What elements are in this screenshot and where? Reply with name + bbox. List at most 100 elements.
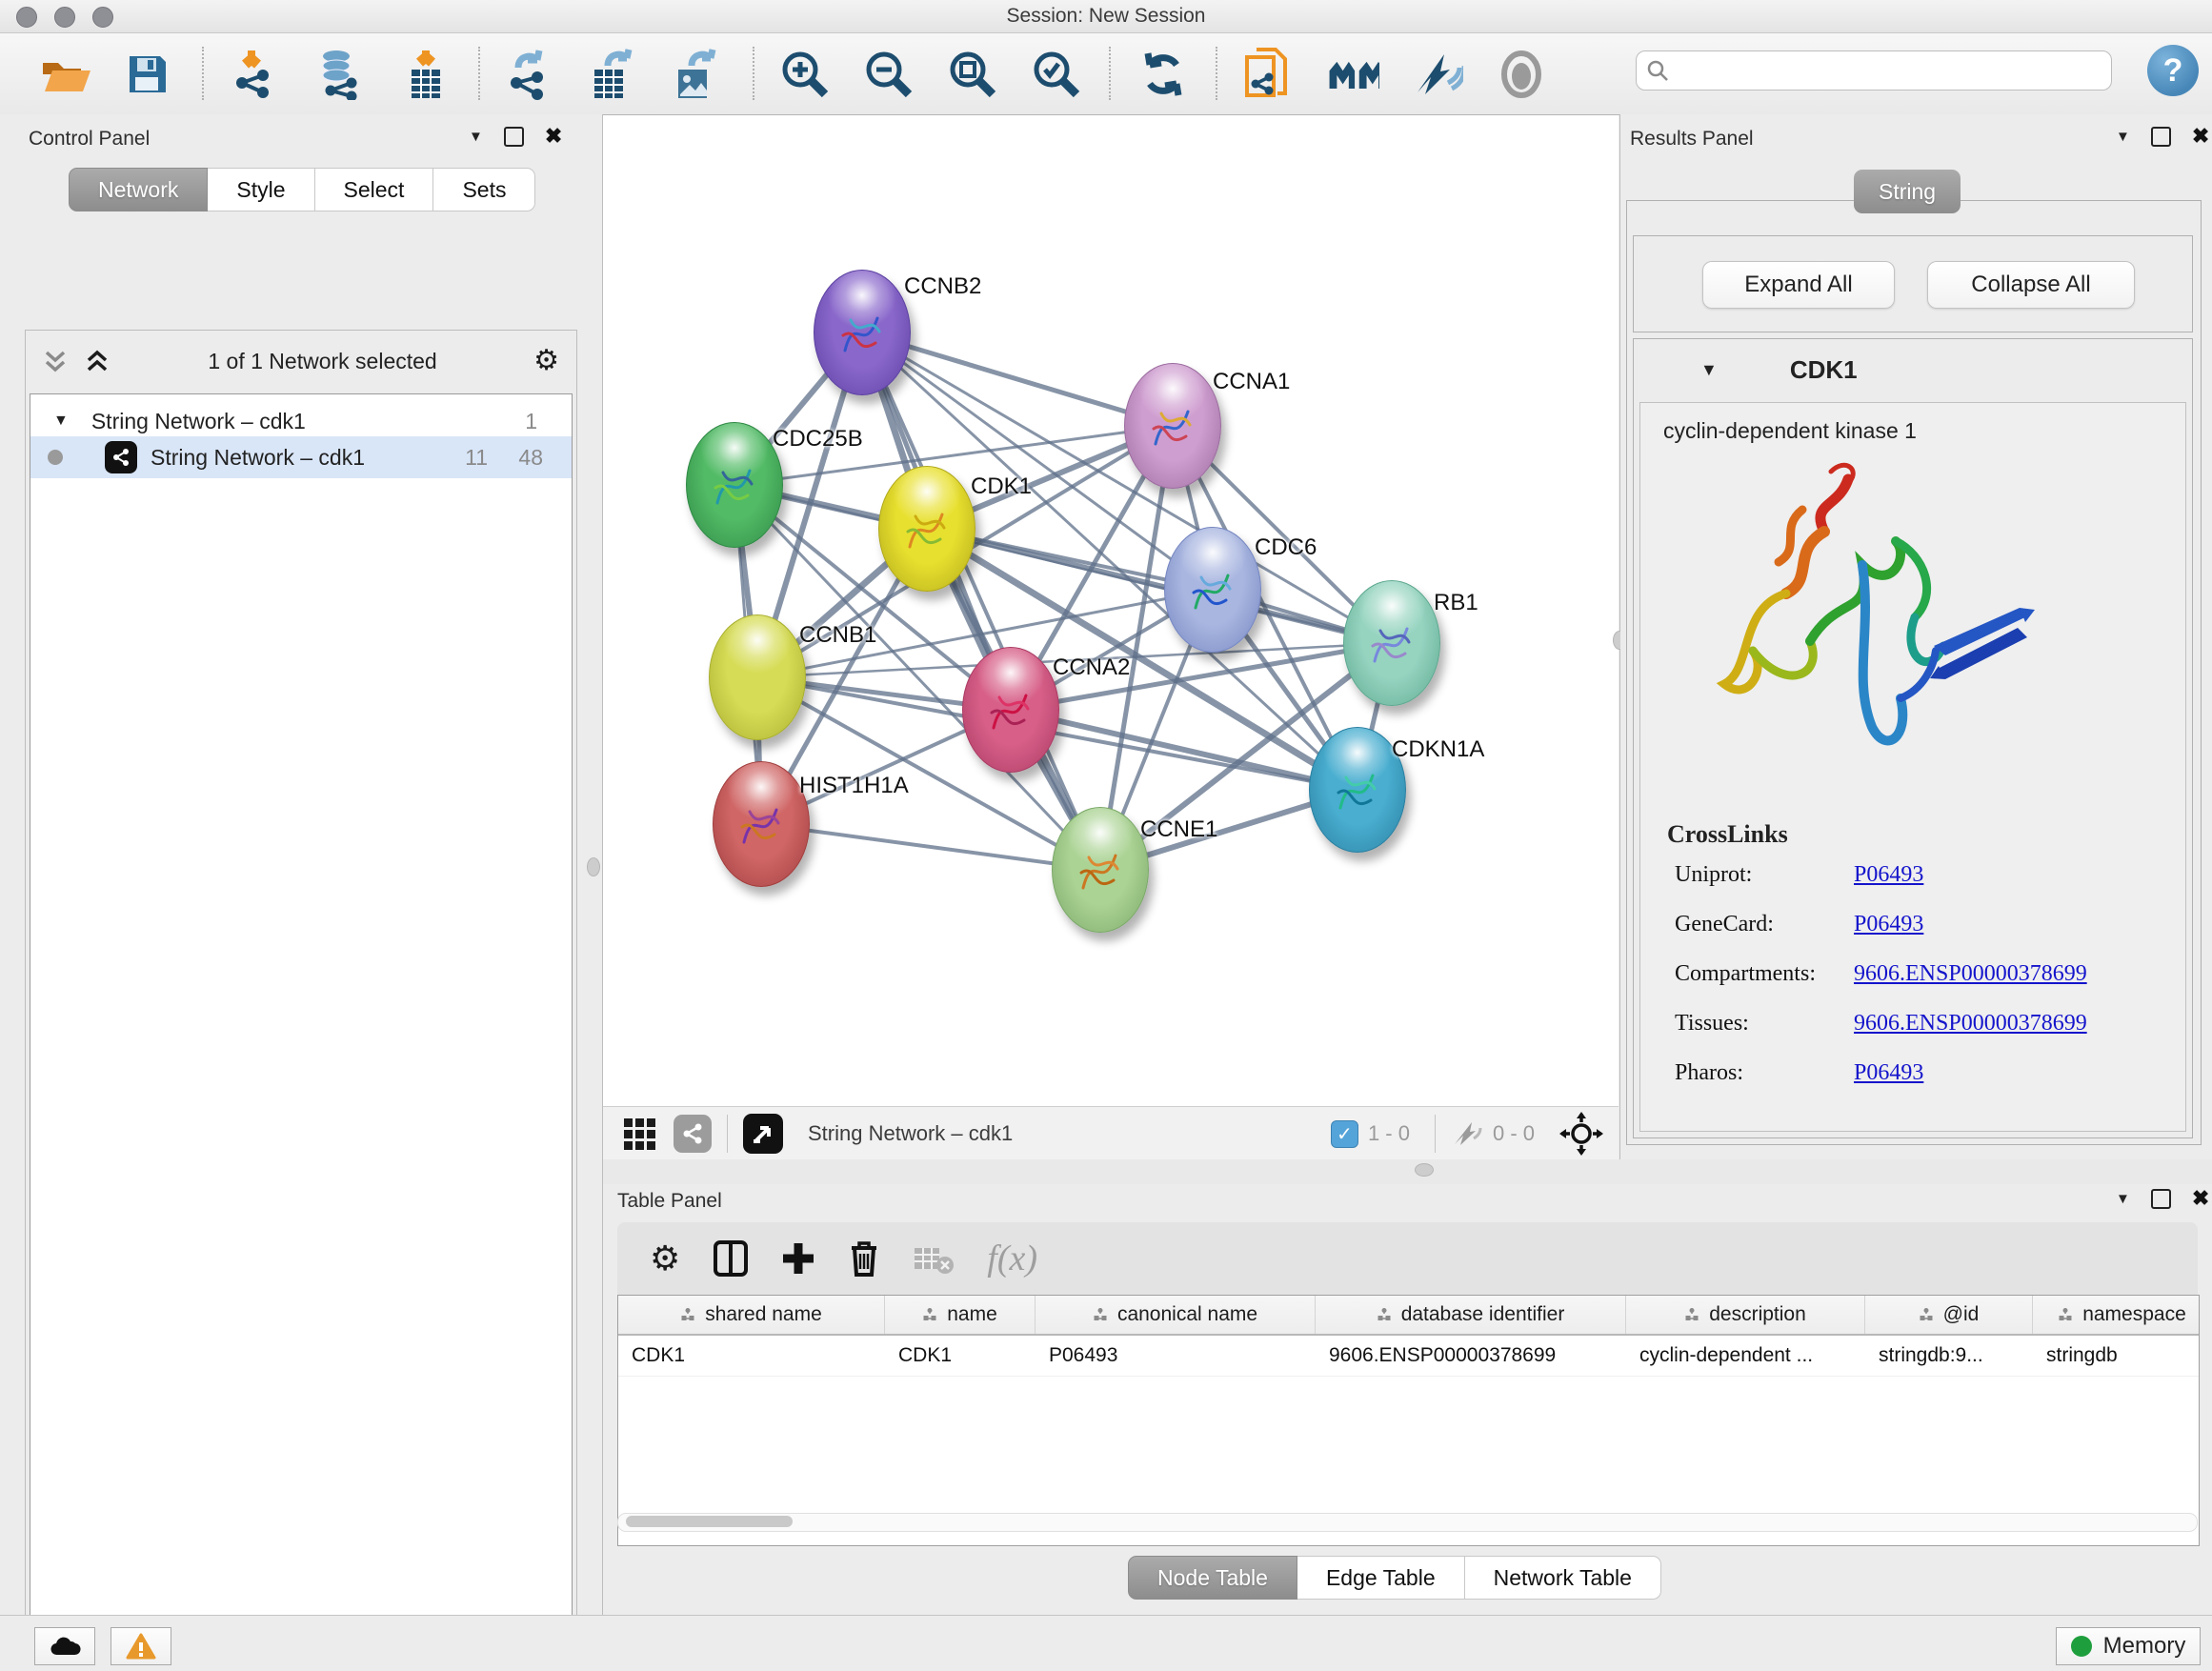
column-header-description[interactable]: description: [1626, 1296, 1865, 1334]
node-CCNA1[interactable]: [1124, 363, 1221, 489]
delete-column-icon[interactable]: [848, 1238, 880, 1278]
export-table-icon[interactable]: [587, 49, 638, 100]
table-cell[interactable]: CDK1: [618, 1336, 885, 1376]
hide-selected-icon[interactable]: [1412, 49, 1463, 100]
column-header-@id[interactable]: @id: [1865, 1296, 2033, 1334]
node-RB1[interactable]: [1343, 580, 1440, 706]
new-network-from-selection-icon[interactable]: [1242, 49, 1294, 100]
node-CDK1[interactable]: [878, 466, 975, 592]
column-header-namespace[interactable]: namespace: [2033, 1296, 2200, 1334]
warnings-button[interactable]: [111, 1627, 171, 1665]
zoom-in-icon[interactable]: [779, 49, 831, 100]
table-cell[interactable]: 9606.ENSP00000378699: [1316, 1336, 1626, 1376]
toolbar-search[interactable]: [1636, 50, 2112, 91]
tab-network-table[interactable]: Network Table: [1465, 1556, 1661, 1600]
splitter-handle[interactable]: [587, 857, 600, 876]
crosslink-label: GeneCard:: [1675, 912, 1774, 937]
crosslink-link[interactable]: P06493: [1854, 1060, 1923, 1085]
splitter-handle[interactable]: [1415, 1163, 1434, 1177]
column-header-database-identifier[interactable]: database identifier: [1316, 1296, 1626, 1334]
column-type-icon: [1919, 1307, 1934, 1322]
node-CDC6[interactable]: [1164, 527, 1261, 653]
tab-select[interactable]: Select: [315, 168, 434, 211]
crosslink-link[interactable]: 9606.ENSP00000378699: [1854, 961, 2087, 986]
table-panel-float-icon[interactable]: [2151, 1189, 2171, 1209]
table-panel-menu-icon[interactable]: ▼: [2116, 1191, 2130, 1207]
memory-button[interactable]: Memory: [2056, 1627, 2201, 1665]
export-image-icon[interactable]: [671, 49, 722, 100]
delete-table-icon: [913, 1242, 955, 1275]
zoom-out-icon[interactable]: [863, 49, 915, 100]
network-options-gear-icon[interactable]: ⚙: [533, 347, 559, 375]
column-header-canonical-name[interactable]: canonical name: [1036, 1296, 1316, 1334]
pan-crosshair-icon[interactable]: [1559, 1112, 1603, 1156]
network-row-selected[interactable]: String Network – cdk1 11 48: [30, 436, 572, 478]
table-row[interactable]: CDK1CDK1P064939606.ENSP00000378699cyclin…: [618, 1336, 2199, 1377]
tab-node-table[interactable]: Node Table: [1128, 1556, 1297, 1600]
tab-sets[interactable]: Sets: [433, 168, 535, 211]
results-panel-float-icon[interactable]: [2151, 127, 2171, 147]
crosslink-link[interactable]: P06493: [1854, 862, 1923, 887]
control-panel-float-icon[interactable]: [504, 127, 524, 147]
help-button[interactable]: ?: [2147, 45, 2199, 96]
birdseye-view-icon[interactable]: [743, 1114, 783, 1154]
tab-network[interactable]: Network: [69, 168, 208, 211]
refresh-layout-icon[interactable]: [1137, 49, 1189, 100]
table-cell[interactable]: stringdb: [2033, 1336, 2200, 1376]
tab-string[interactable]: String: [1854, 170, 1961, 213]
node-table[interactable]: shared namenamecanonical namedatabase id…: [617, 1295, 2200, 1546]
scrollbar-thumb[interactable]: [626, 1516, 793, 1527]
node-CCNB2[interactable]: [814, 270, 911, 395]
import-table-icon[interactable]: [400, 49, 452, 100]
results-panel-close-icon[interactable]: ✖: [2192, 126, 2209, 147]
zoom-selected-icon[interactable]: [1031, 49, 1082, 100]
edge-CDK1-RB1[interactable]: [927, 529, 1392, 643]
table-horizontal-scrollbar[interactable]: [617, 1513, 2198, 1532]
network-view-share-icon[interactable]: [674, 1115, 712, 1153]
edge-HIST1H1A-CCNE1[interactable]: [761, 824, 1100, 870]
export-network-icon[interactable]: [503, 49, 554, 100]
zoom-fit-icon[interactable]: [947, 49, 998, 100]
column-header-name[interactable]: name: [885, 1296, 1036, 1334]
section-expander-icon[interactable]: ▼: [1700, 360, 1718, 380]
node-CDC25B[interactable]: [686, 422, 783, 548]
node-HIST1H1A[interactable]: [713, 761, 810, 887]
open-folder-icon[interactable]: [40, 49, 91, 100]
save-icon[interactable]: [122, 49, 173, 100]
table-cell[interactable]: CDK1: [885, 1336, 1036, 1376]
crosslink-link[interactable]: 9606.ENSP00000378699: [1854, 1011, 2087, 1036]
tab-edge-table[interactable]: Edge Table: [1297, 1556, 1465, 1600]
collapse-all-button[interactable]: Collapse All: [1927, 261, 2135, 309]
table-cell[interactable]: cyclin-dependent ...: [1626, 1336, 1865, 1376]
control-panel-menu-icon[interactable]: ▼: [469, 129, 483, 145]
selected-checkbox-icon[interactable]: ✓: [1331, 1120, 1358, 1148]
horizontal-splitter[interactable]: [603, 1159, 2212, 1184]
node-CCNB1[interactable]: [709, 614, 806, 740]
tab-style[interactable]: Style: [208, 168, 314, 211]
add-column-icon[interactable]: [781, 1239, 815, 1278]
table-cell[interactable]: P06493: [1036, 1336, 1316, 1376]
first-neighbors-icon[interactable]: [1328, 49, 1379, 100]
table-options-gear-icon[interactable]: ⚙: [650, 1241, 680, 1276]
node-CCNE1[interactable]: [1052, 807, 1149, 933]
network-canvas[interactable]: CCNB2CCNA1CDC25BCDK1CDC6RB1CCNB1CCNA2CDK…: [603, 115, 1619, 1106]
grid-mode-icon[interactable]: [622, 1115, 660, 1153]
control-panel-close-icon[interactable]: ✖: [545, 126, 562, 147]
results-panel-menu-icon[interactable]: ▼: [2116, 129, 2130, 145]
show-columns-icon[interactable]: [713, 1239, 749, 1278]
search-input[interactable]: [1677, 59, 2111, 83]
table-cell[interactable]: stringdb:9...: [1865, 1336, 2033, 1376]
collapse-all-icon[interactable]: [41, 347, 70, 375]
import-network-file-icon[interactable]: [229, 49, 280, 100]
hidden-eye-icon[interactable]: [1451, 1119, 1483, 1148]
cdk1-section-header[interactable]: ▼ CDK1: [1634, 339, 2192, 400]
collection-expander-icon[interactable]: ▼: [53, 413, 69, 430]
column-header-shared-name[interactable]: shared name: [618, 1296, 885, 1334]
table-panel-close-icon[interactable]: ✖: [2192, 1188, 2209, 1209]
automation-cloud-button[interactable]: [34, 1627, 95, 1665]
crosslink-link[interactable]: P06493: [1854, 912, 1923, 936]
node-CCNA2[interactable]: [962, 647, 1059, 773]
expand-all-button[interactable]: Expand All: [1702, 261, 1895, 309]
import-network-database-icon[interactable]: [314, 49, 366, 100]
expand-all-icon[interactable]: [83, 347, 111, 375]
